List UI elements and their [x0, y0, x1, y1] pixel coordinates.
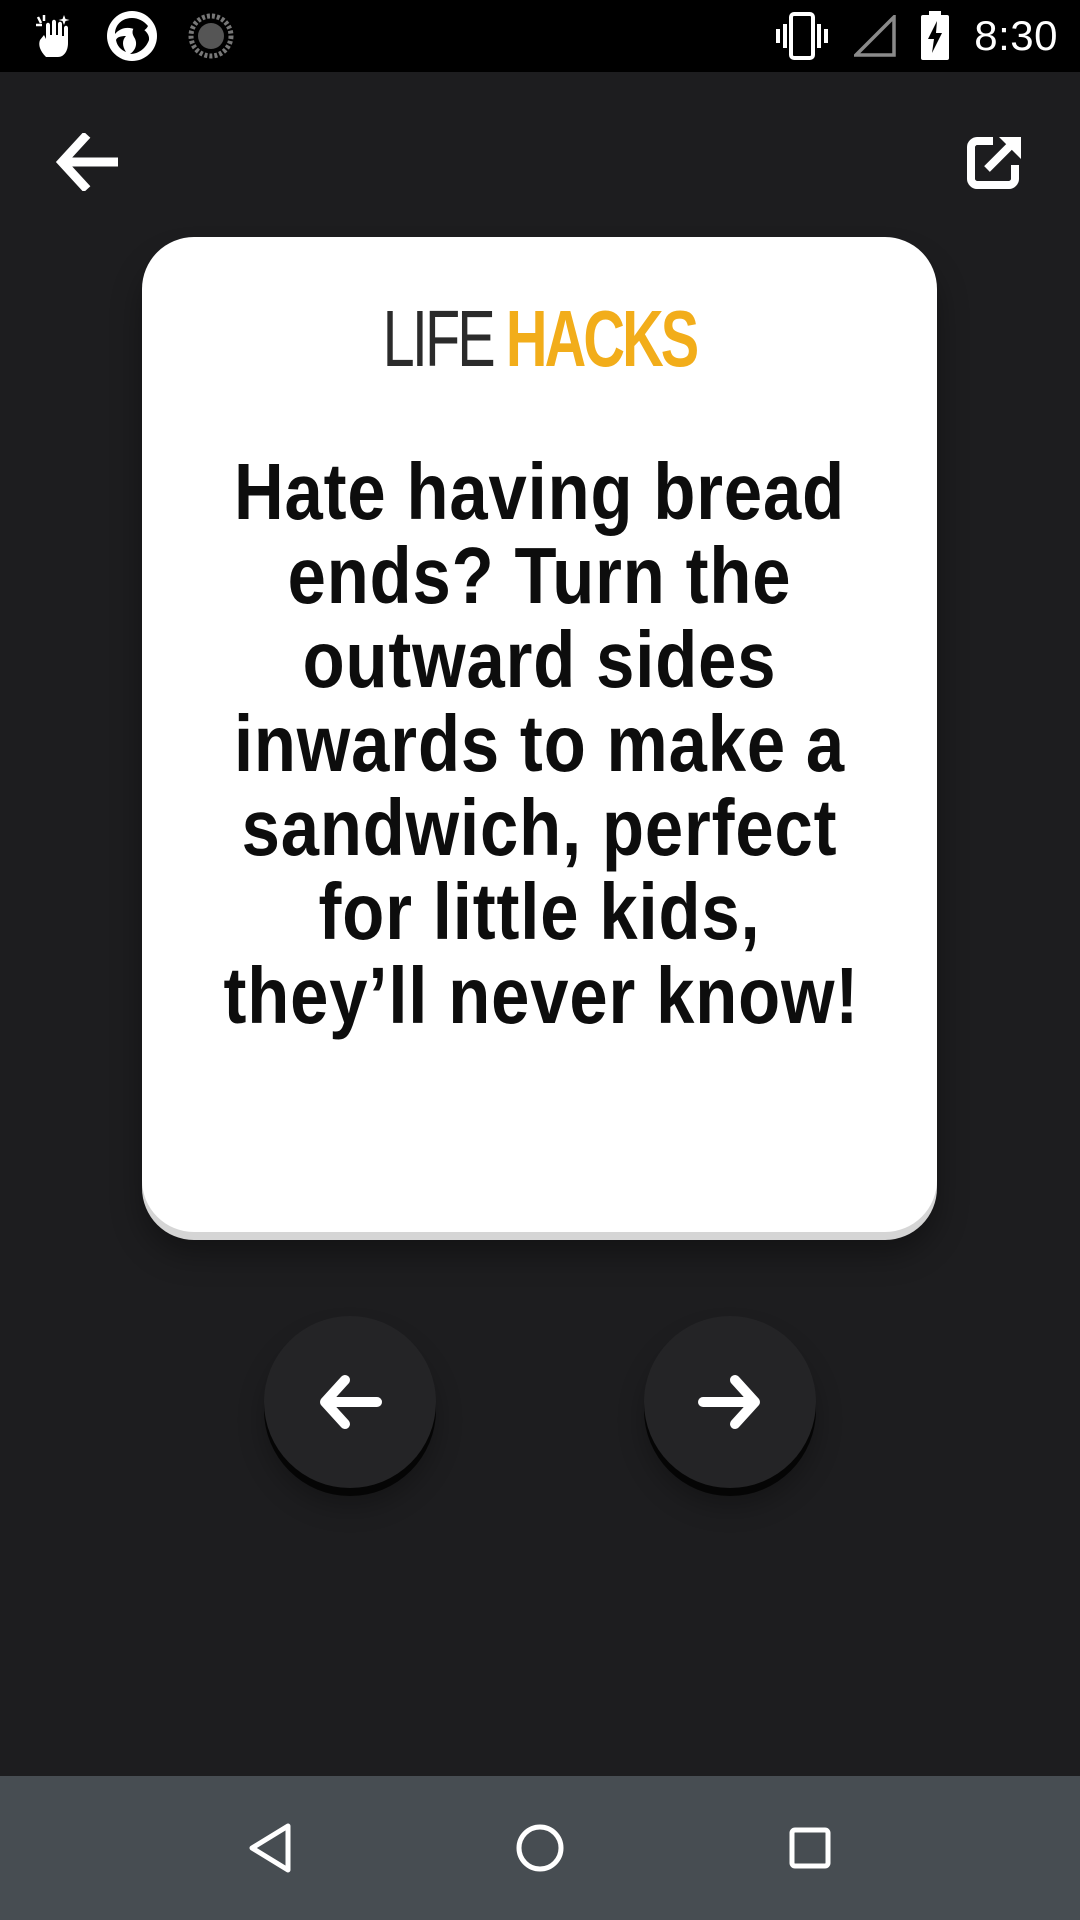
hack-card: LIFE HACKS Hate having bread ends? Turn …: [142, 237, 937, 1232]
vibrate-icon: [774, 12, 830, 60]
hack-text-line: Hate having bread: [233, 447, 846, 536]
triangle-back-icon: [246, 1822, 294, 1874]
hack-text-line: inwards to make a: [233, 699, 846, 788]
screen: 8:30 LIFE HACKS Hate having bread ends? …: [0, 0, 1080, 1920]
aperture-app-icon: [106, 10, 158, 62]
hack-text-line: outward sides: [302, 615, 777, 704]
loading-spinner-icon: [188, 13, 234, 59]
back-button[interactable]: [46, 120, 130, 204]
hack-text-line: they’ll never know!: [223, 951, 860, 1040]
status-right-icons: 8:30: [774, 10, 1058, 62]
battery-charging-icon: [920, 11, 950, 61]
system-nav-bar: [0, 1776, 1080, 1920]
logo-hacks-text: HACKS: [505, 294, 699, 383]
status-bar: 8:30: [0, 0, 1080, 72]
arrow-right-icon: [697, 1374, 763, 1430]
life-hacks-logo: LIFE HACKS: [253, 289, 825, 389]
arrow-left-icon: [317, 1374, 383, 1430]
no-signal-icon: [852, 12, 896, 57]
hack-text-line: ends? Turn the: [287, 531, 792, 620]
previous-hack-button[interactable]: [264, 1316, 436, 1488]
touch-gesture-icon: [34, 13, 76, 59]
next-hack-button[interactable]: [644, 1316, 816, 1488]
square-recents-icon: [788, 1826, 832, 1870]
share-external-icon: [963, 131, 1025, 193]
hack-text-line: for little kids,: [318, 867, 761, 956]
hack-text: Hate having bread ends? Turn the outward…: [172, 450, 907, 1038]
system-home-button[interactable]: [504, 1812, 576, 1884]
hack-text-line: sandwich, perfect: [241, 783, 838, 872]
share-button[interactable]: [952, 120, 1036, 204]
status-left-icons: [34, 10, 234, 62]
circle-home-icon: [515, 1823, 565, 1873]
logo-life-text: LIFE: [382, 294, 496, 383]
system-back-button[interactable]: [234, 1812, 306, 1884]
status-time: 8:30: [974, 12, 1058, 59]
arrow-left-icon: [54, 131, 122, 193]
system-recents-button[interactable]: [774, 1812, 846, 1884]
